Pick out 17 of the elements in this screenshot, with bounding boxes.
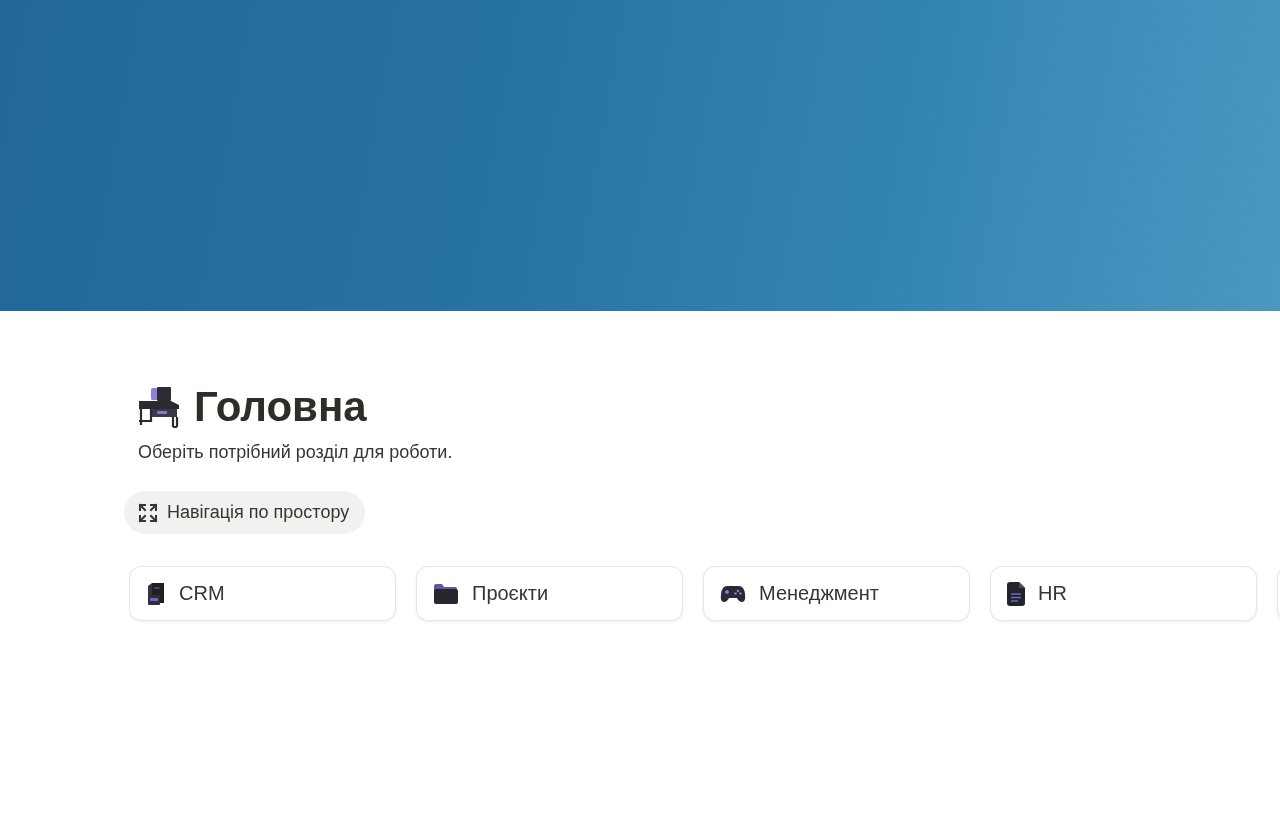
file-cabinet-icon: [146, 581, 166, 606]
section-card[interactable]: CRM: [129, 566, 396, 621]
page-title: Головна: [194, 383, 367, 431]
page-subtitle: Оберіть потрібний розділ для роботи.: [138, 441, 453, 464]
folder-icon: [433, 582, 459, 605]
card-label: Менеджмент: [759, 582, 879, 605]
section-card[interactable]: Проєкти: [416, 566, 683, 621]
section-card[interactable]: Менеджмент: [703, 566, 970, 621]
section-card[interactable]: HR: [990, 566, 1257, 621]
document-icon: [1007, 581, 1025, 606]
expand-icon: [138, 502, 158, 523]
navigation-button[interactable]: Навігація по простору: [124, 491, 366, 534]
card-label: Проєкти: [472, 582, 549, 605]
card-label: CRM: [179, 582, 225, 605]
desk-computer-icon: [137, 385, 181, 429]
card-label: HR: [1038, 582, 1067, 605]
gamepad-icon: [720, 583, 746, 604]
